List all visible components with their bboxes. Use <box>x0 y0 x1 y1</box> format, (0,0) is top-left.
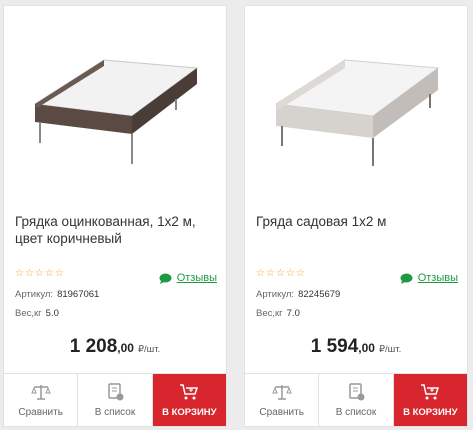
weight-value: 7.0 <box>286 308 300 319</box>
rating-stars: ☆☆☆☆☆ <box>256 268 306 279</box>
cart-label: В КОРЗИНУ <box>162 406 217 418</box>
scales-icon <box>30 384 51 400</box>
add-to-cart-button[interactable]: В КОРЗИНУ <box>152 374 226 426</box>
reviews-label: Отзывы <box>417 272 458 284</box>
article-value: 81967061 <box>57 289 100 300</box>
article-row: Артикул: 81967061 <box>15 289 99 300</box>
reviews-label: Отзывы <box>176 272 217 284</box>
product-image[interactable] <box>245 6 467 186</box>
chat-bubble-icon <box>400 273 413 284</box>
compare-label: Сравнить <box>18 406 63 418</box>
list-label: В список <box>94 406 136 418</box>
price-unit: ₽/шт. <box>378 344 402 355</box>
add-to-list-button[interactable]: В список <box>319 374 394 426</box>
add-to-cart-button[interactable]: В КОРЗИНУ <box>393 374 467 426</box>
article-label: Артикул: <box>256 289 295 300</box>
weight-row: Вес,кг 7.0 <box>256 308 300 319</box>
price-integer: 1 208 <box>69 336 118 357</box>
scales-icon <box>271 384 292 400</box>
cart-plus-icon <box>180 383 199 399</box>
rating-stars: ☆☆☆☆☆ <box>15 268 65 279</box>
reviews-link[interactable]: Отзывы <box>400 272 458 284</box>
product-title[interactable]: Грядка оцинкованная, 1х2 м, цвет коричне… <box>15 213 220 247</box>
chat-bubble-icon <box>159 273 172 284</box>
raised-bed-image <box>33 59 199 164</box>
price: 1 208,00 ₽/шт. <box>4 336 226 358</box>
compare-label: Сравнить <box>259 406 304 418</box>
price-decimal: ,00 <box>117 341 134 355</box>
weight-value: 5.0 <box>45 308 59 319</box>
add-to-list-button[interactable]: В список <box>78 374 153 426</box>
product-title[interactable]: Гряда садовая 1х2 м <box>256 213 461 230</box>
reviews-link[interactable]: Отзывы <box>159 272 217 284</box>
cart-label: В КОРЗИНУ <box>403 406 458 418</box>
weight-row: Вес,кг 5.0 <box>15 308 59 319</box>
weight-label: Вес,кг <box>256 308 283 319</box>
article-value: 82245679 <box>298 289 341 300</box>
action-bar: Сравнить В список В КОРЗИНУ <box>4 373 226 426</box>
list-doc-icon <box>349 382 365 400</box>
list-label: В список <box>335 406 377 418</box>
product-card: Гряда садовая 1х2 м ☆☆☆☆☆ Отзывы Артикул… <box>244 5 468 427</box>
article-row: Артикул: 82245679 <box>256 289 340 300</box>
product-image[interactable] <box>4 6 226 186</box>
price-unit: ₽/шт. <box>137 344 161 355</box>
compare-button[interactable]: Сравнить <box>4 374 79 426</box>
price: 1 594,00 ₽/шт. <box>245 336 467 358</box>
cart-plus-icon <box>421 383 440 399</box>
weight-label: Вес,кг <box>15 308 42 319</box>
compare-button[interactable]: Сравнить <box>245 374 320 426</box>
article-label: Артикул: <box>15 289 54 300</box>
raised-bed-image <box>274 59 440 166</box>
list-doc-icon <box>108 382 124 400</box>
action-bar: Сравнить В список В КОРЗИНУ <box>245 373 467 426</box>
price-decimal: ,00 <box>358 341 375 355</box>
product-card: Грядка оцинкованная, 1х2 м, цвет коричне… <box>3 5 227 427</box>
price-integer: 1 594 <box>310 336 359 357</box>
